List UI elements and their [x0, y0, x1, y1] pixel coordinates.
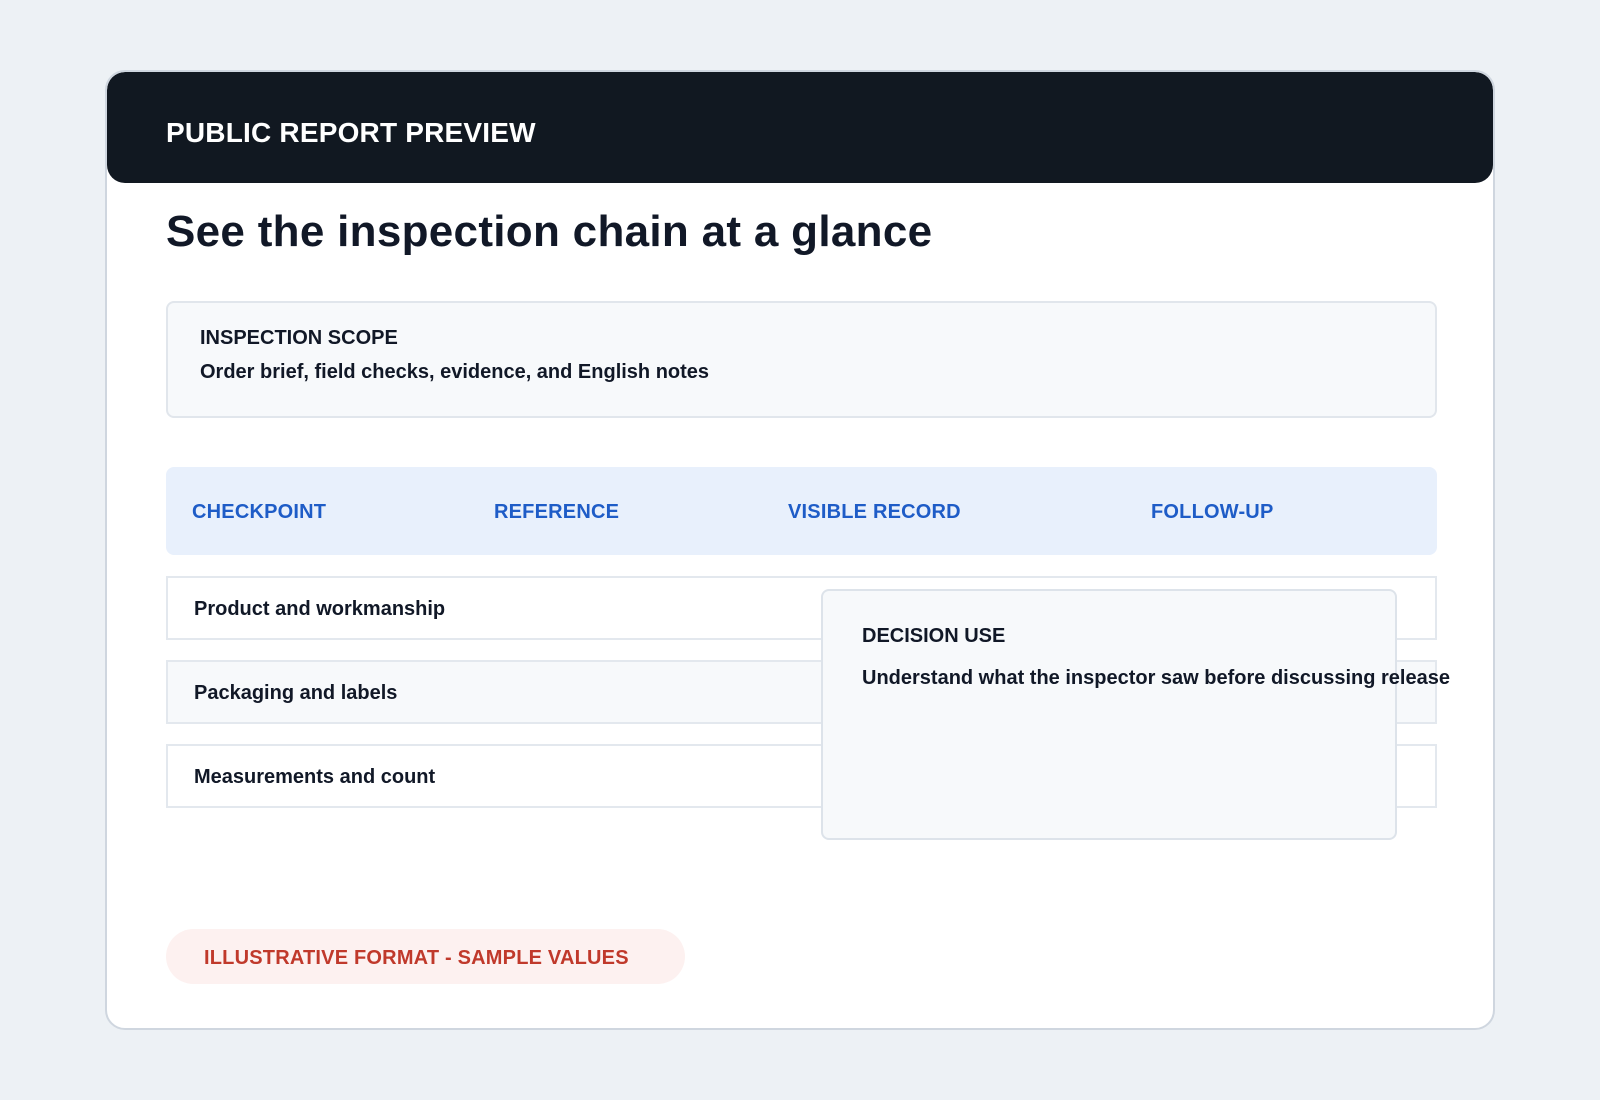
report-header: PUBLIC REPORT PREVIEW: [107, 72, 1493, 183]
row-checkpoint-label: Packaging and labels: [194, 682, 398, 704]
inspection-scope-value: Order brief, field checks, evidence, and…: [200, 361, 710, 383]
page-title: See the inspection chain at a glance: [166, 207, 933, 256]
row-checkpoint-label: Product and workmanship: [194, 598, 446, 620]
decision-use-text: Understand what the inspector saw before…: [862, 667, 1450, 689]
report-header-title: PUBLIC REPORT PREVIEW: [166, 117, 536, 148]
inspection-scope-box: INSPECTION SCOPE Order brief, field chec…: [166, 301, 1437, 418]
column-header-reference: REFERENCE: [494, 501, 620, 523]
report-preview-card: PUBLIC REPORT PREVIEW See the inspection…: [105, 70, 1495, 1030]
column-header-checkpoint: CHECKPOINT: [192, 501, 327, 523]
sample-values-badge: ILLUSTRATIVE FORMAT - SAMPLE VALUES: [166, 929, 685, 984]
row-checkpoint-label: Measurements and count: [194, 766, 436, 788]
table-header: CHECKPOINT REFERENCE VISIBLE RECORD FOLL…: [166, 467, 1437, 555]
sample-values-badge-label: ILLUSTRATIVE FORMAT - SAMPLE VALUES: [204, 947, 629, 969]
decision-use-popover: DECISION USE Understand what the inspect…: [821, 589, 1450, 840]
decision-use-label: DECISION USE: [862, 625, 1006, 647]
column-header-visible-record: VISIBLE RECORD: [788, 501, 961, 523]
inspection-scope-label: INSPECTION SCOPE: [200, 327, 398, 349]
column-header-follow-up: FOLLOW-UP: [1151, 501, 1274, 523]
